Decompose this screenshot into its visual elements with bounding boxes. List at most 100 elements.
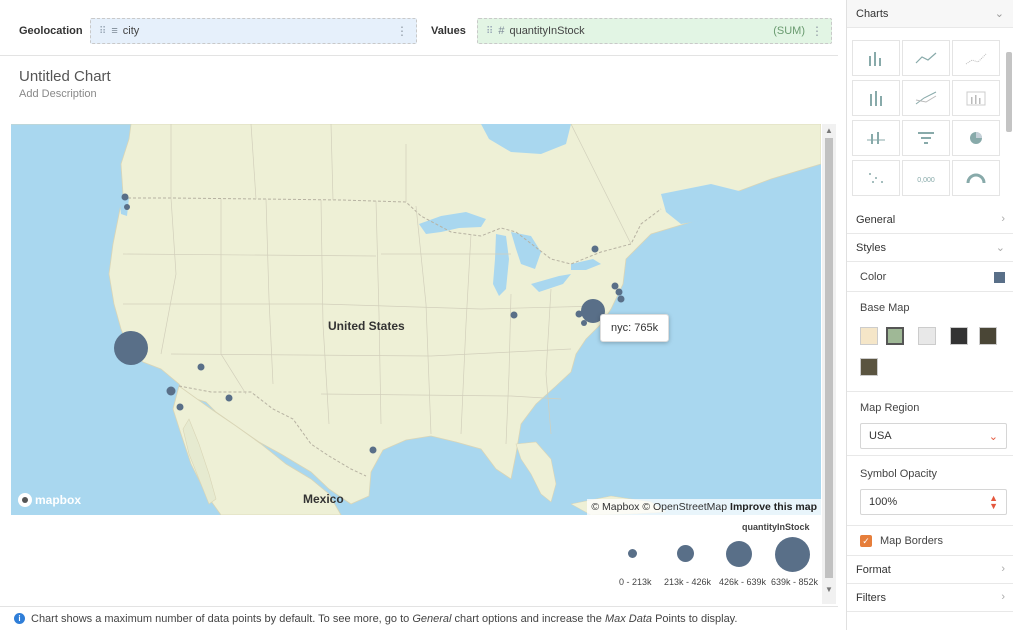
chart-scrollbar-thumb[interactable]: [825, 138, 833, 578]
legend-bubble-medium: [677, 545, 694, 562]
values-field-pill[interactable]: ⠿ # quantityInStock (SUM) ⋮: [477, 18, 832, 44]
data-point-bubble: [197, 363, 205, 371]
mapbox-logo[interactable]: mapbox: [18, 493, 81, 507]
data-point-bubble: [591, 245, 599, 253]
legend-bin-label: 213k - 426k: [664, 577, 712, 587]
chevron-right-icon[interactable]: ›: [1001, 591, 1005, 603]
chevron-right-icon[interactable]: ›: [1001, 563, 1005, 575]
map-borders-row: ✓ Map Borders: [847, 526, 1013, 556]
column-chart-icon: [966, 91, 986, 106]
format-section[interactable]: Format ›: [847, 556, 1013, 584]
multi-line-icon: [915, 91, 937, 105]
chevron-down-icon[interactable]: ⌄: [996, 241, 1005, 254]
data-point-bubble: [510, 311, 518, 319]
basemap-option-dark[interactable]: [950, 327, 968, 345]
country-label-mexico: Mexico: [303, 492, 344, 506]
basemap-option-satellite[interactable]: [979, 327, 997, 345]
basemap-option-light[interactable]: [860, 327, 878, 345]
drag-grip-icon[interactable]: ⠿: [486, 26, 493, 37]
text-type-icon: ≡: [111, 25, 118, 37]
country-label-us: United States: [328, 319, 405, 333]
chart-type-candlestick[interactable]: [852, 120, 900, 156]
geolocation-label: Geolocation: [19, 25, 83, 37]
chevron-down-icon[interactable]: ⌄: [995, 7, 1004, 20]
map-attribution: © Mapbox © OpenStreetMap Improve this ma…: [587, 499, 821, 515]
area-chart-icon: [965, 53, 987, 65]
north-america-land: [11, 124, 821, 505]
values-field-name: quantityInStock: [509, 25, 585, 37]
scroll-down-arrow-icon[interactable]: ▼: [825, 585, 833, 594]
symbol-opacity-input[interactable]: 100% ▲ ▼: [860, 489, 1007, 515]
improve-map-link[interactable]: Improve this map: [730, 501, 817, 513]
symbol-opacity-row: Symbol Opacity 100% ▲ ▼: [847, 456, 1013, 526]
basemap-option-grey[interactable]: [918, 327, 936, 345]
format-section-label: Format: [856, 564, 891, 576]
chart-type-scatter[interactable]: [852, 160, 900, 196]
chart-types-scrollbar-thumb[interactable]: [1006, 52, 1012, 132]
aggregation-label[interactable]: (SUM): [773, 25, 805, 37]
scroll-up-arrow-icon[interactable]: ▲: [825, 126, 833, 135]
map-borders-checkbox[interactable]: ✓: [860, 535, 872, 547]
chart-type-gauge[interactable]: [952, 160, 1000, 196]
chart-description[interactable]: Add Description: [19, 88, 97, 100]
filters-section-label: Filters: [856, 592, 886, 604]
chart-type-pie[interactable]: [952, 120, 1000, 156]
data-point-bubble: [611, 282, 619, 290]
geolocation-field-pill[interactable]: ⠿ ≡ city ⋮: [90, 18, 417, 44]
chart-type-multi-line[interactable]: [902, 80, 950, 116]
chart-type-column[interactable]: [952, 80, 1000, 116]
styles-section-label: Styles: [856, 242, 886, 254]
map-base-svg: [11, 124, 821, 515]
mapbox-logo-text: mapbox: [35, 493, 82, 507]
funnel-icon: [918, 132, 934, 144]
data-point-bubble: [225, 394, 233, 402]
drag-grip-icon[interactable]: ⠿: [99, 26, 106, 37]
candlestick-icon: [867, 132, 885, 144]
general-section-label: General: [856, 214, 896, 226]
chart-type-line[interactable]: [902, 40, 950, 76]
number-chart-icon: 0,000: [917, 177, 935, 184]
chart-types-scrollbar[interactable]: [1005, 40, 1013, 206]
chevron-down-icon: ⌄: [988, 430, 998, 443]
chevron-right-icon[interactable]: ›: [1001, 213, 1005, 225]
legend-title: quantityInStock: [742, 522, 810, 532]
charts-section-header[interactable]: Charts ⌄: [847, 0, 1013, 28]
map-region-row: Map Region USA ⌄: [847, 392, 1013, 456]
map-region-value: USA: [869, 430, 892, 442]
line-chart-icon: [915, 52, 937, 64]
data-point-bubble: [166, 386, 176, 396]
chart-type-area[interactable]: [952, 40, 1000, 76]
data-point-bubble: [581, 320, 587, 326]
data-point-bubble: [124, 204, 130, 210]
attribution-text[interactable]: © Mapbox © OpenStreetMap: [591, 501, 727, 513]
field-menu-icon[interactable]: ⋮: [811, 24, 823, 38]
filters-section[interactable]: Filters ›: [847, 584, 1013, 612]
chart-type-number[interactable]: 0,000: [902, 160, 950, 196]
data-point-bubble: [615, 288, 623, 296]
chart-type-bar[interactable]: [852, 40, 900, 76]
footer-note-text: Chart shows a maximum number of data poi…: [31, 612, 738, 625]
color-swatch[interactable]: [994, 272, 1005, 283]
data-point-bubble: [369, 446, 377, 454]
legend-bin-label: 426k - 639k: [719, 577, 767, 587]
color-label: Color: [860, 271, 887, 283]
scatter-icon: [869, 173, 883, 183]
chart-scrollbar[interactable]: ▲ ▼: [822, 124, 836, 604]
chart-title[interactable]: Untitled Chart: [19, 68, 111, 85]
basemap-option-satellite-streets[interactable]: [860, 358, 878, 376]
data-point-bubble: [121, 193, 129, 201]
chart-type-stacked-bar[interactable]: [852, 80, 900, 116]
data-point-bubble: [114, 331, 148, 365]
map-canvas[interactable]: United States Mexico mapbox © Mapbox © O…: [11, 124, 821, 515]
field-menu-icon[interactable]: ⋮: [396, 24, 408, 38]
chart-type-funnel[interactable]: [902, 120, 950, 156]
stepper-icon[interactable]: ▲ ▼: [989, 494, 998, 511]
pie-chart-icon: [970, 132, 982, 144]
base-map-row: Base Map: [847, 292, 1013, 392]
styles-section[interactable]: Styles ⌄: [847, 234, 1013, 262]
chart-type-grid: 0,000: [847, 40, 1005, 206]
basemap-option-outdoors[interactable]: [886, 327, 904, 345]
general-section[interactable]: General ›: [847, 206, 1013, 234]
field-bar: Geolocation ⠿ ≡ city ⋮ Values ⠿ # quanti…: [0, 0, 838, 56]
map-region-select[interactable]: USA ⌄: [860, 423, 1007, 449]
